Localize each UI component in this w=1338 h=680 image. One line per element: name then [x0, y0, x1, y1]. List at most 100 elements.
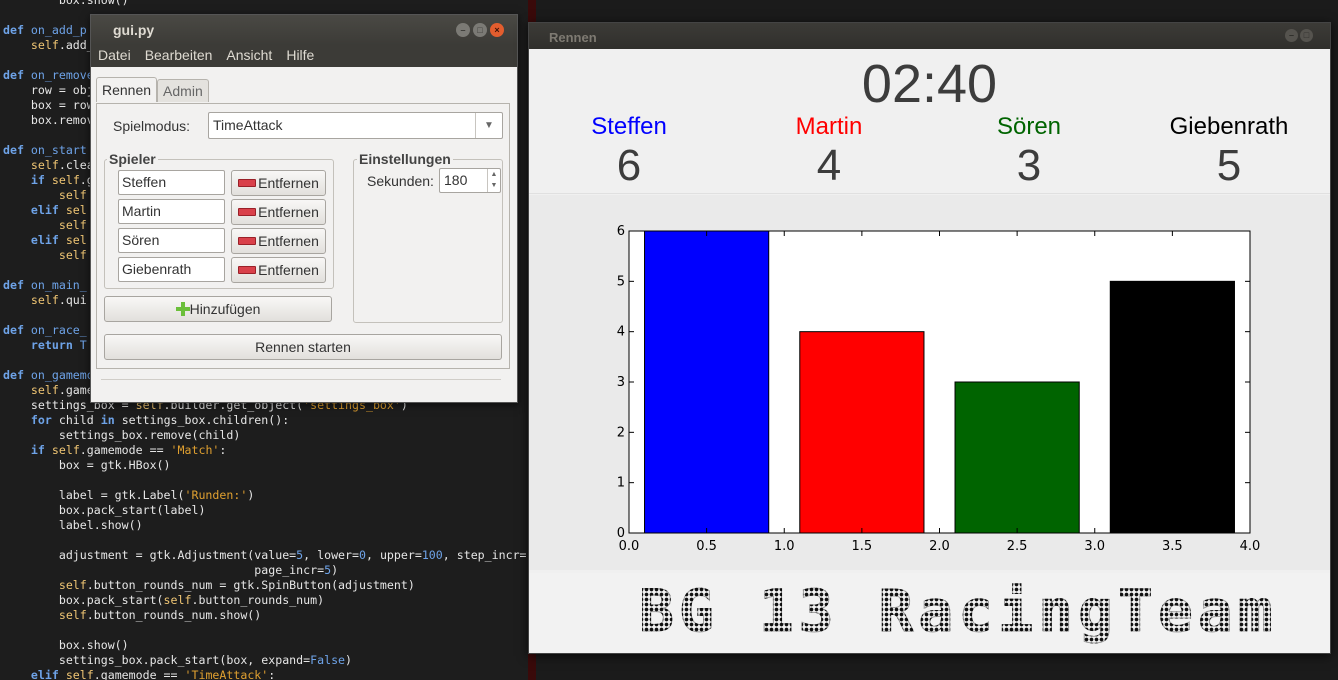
- menu-bar: Datei Bearbeiten Ansicht Hilfe: [91, 45, 517, 67]
- code-token: :: [219, 443, 227, 457]
- race-window: Rennen – □ 02:40 Steffen 6 Martin 4 Söre…: [528, 22, 1331, 654]
- plus-icon: [175, 301, 190, 316]
- settings-title: Einstellungen: [357, 151, 453, 167]
- minimize-icon[interactable]: –: [1285, 29, 1298, 42]
- code-token: ): [331, 563, 339, 577]
- mode-combobox[interactable]: TimeAttack ▼: [208, 112, 503, 139]
- code-line: elif self.gamemode == 'TimeAttack':: [3, 668, 527, 680]
- add-label: Hinzufügen: [189, 301, 261, 317]
- code-token: self: [30, 158, 59, 172]
- code-token: self: [58, 218, 87, 232]
- maximize-icon[interactable]: □: [473, 23, 487, 37]
- remove-player-button[interactable]: Entfernen: [231, 228, 326, 254]
- tab-bar: Rennen Admin: [96, 77, 209, 102]
- race-titlebar[interactable]: Rennen – □: [529, 23, 1330, 49]
- maximize-icon[interactable]: □: [1300, 29, 1313, 42]
- start-race-button[interactable]: Rennen starten: [104, 334, 502, 360]
- start-race-label: Rennen starten: [255, 339, 351, 355]
- divider: [529, 193, 1330, 194]
- code-token: .qui: [58, 293, 87, 307]
- code-token: page_incr=: [3, 563, 325, 577]
- code-line: box.pack_start(label): [3, 503, 527, 518]
- code-token: def: [3, 278, 31, 292]
- add-player-button[interactable]: Hinzufügen: [104, 296, 332, 322]
- close-icon[interactable]: ×: [490, 23, 504, 37]
- code-line: label = gtk.Label('Runden:'): [3, 488, 527, 503]
- code-token: return: [30, 338, 80, 352]
- code-token: self: [58, 608, 87, 622]
- code-token: ): [345, 653, 353, 667]
- race-window-title: Rennen: [549, 30, 597, 45]
- code-token: label.show(): [3, 518, 143, 532]
- code-line: self.button_rounds_num.show(): [3, 608, 527, 623]
- players-title: Spieler: [107, 151, 158, 167]
- player-entry-3[interactable]: Sören: [118, 228, 225, 253]
- remove-icon: [238, 237, 257, 246]
- player-score-card: Sören 3: [929, 113, 1129, 191]
- code-token: def: [3, 143, 31, 157]
- remove-player-button[interactable]: Entfernen: [231, 170, 326, 196]
- player-score-card: Martin 4: [729, 113, 929, 191]
- player-entry-4[interactable]: Giebenrath: [118, 257, 225, 282]
- chevron-down-icon[interactable]: ▼: [475, 113, 502, 138]
- seconds-label: Sekunden:: [367, 173, 434, 189]
- code-token: .clea: [58, 158, 94, 172]
- x-tick-label: 0.5: [696, 539, 717, 554]
- player-entry-text: Giebenrath: [122, 261, 192, 277]
- code-line: self.button_rounds_num = gtk.SpinButton(…: [3, 578, 527, 593]
- player-score: 5: [1216, 141, 1242, 190]
- code-token: 100: [421, 548, 443, 562]
- player-entry-2[interactable]: Martin: [118, 199, 225, 224]
- code-line: box = gtk.HBox(): [3, 458, 527, 473]
- code-line: settings_box.pack_start(box, expand=Fals…: [3, 653, 527, 668]
- x-tick-label: 3.5: [1162, 539, 1183, 554]
- code-token: box = row: [3, 98, 94, 112]
- code-token: .gamemode ==: [93, 668, 185, 680]
- code-token: self: [163, 593, 192, 607]
- x-tick-label: 1.0: [774, 539, 795, 554]
- code-token: settings_box.pack_start(box, expand=: [3, 653, 311, 667]
- player-entry-1[interactable]: Steffen: [118, 170, 225, 195]
- code-token: ): [247, 488, 255, 502]
- team-logo-text: BG 13 RacingTeam: [639, 577, 1278, 646]
- spin-arrows-icon[interactable]: ▲ ▼: [487, 169, 500, 192]
- code-token: self: [58, 248, 87, 262]
- remove-player-button[interactable]: Entfernen: [231, 257, 326, 283]
- code-token: , lower=: [303, 548, 359, 562]
- code-token: :: [268, 668, 276, 680]
- menu-ansicht[interactable]: Ansicht: [219, 45, 279, 67]
- menu-hilfe[interactable]: Hilfe: [279, 45, 321, 67]
- tab-admin[interactable]: Admin: [157, 79, 209, 102]
- x-tick-label: 4.0: [1240, 539, 1261, 554]
- chart-bar: [954, 381, 1080, 534]
- menu-datei[interactable]: Datei: [91, 45, 138, 67]
- gui-titlebar[interactable]: gui.py – □ ×: [91, 15, 517, 45]
- code-token: 'Runden:': [184, 488, 248, 502]
- remove-player-button[interactable]: Entfernen: [231, 199, 326, 225]
- tab-rennen[interactable]: Rennen: [96, 77, 158, 102]
- code-token: self: [58, 578, 87, 592]
- remove-icon: [238, 208, 257, 217]
- race-timer: 02:40: [861, 54, 998, 114]
- player-entry-text: Martin: [122, 203, 161, 219]
- code-token: .add_: [58, 38, 94, 52]
- code-token: self: [30, 293, 59, 307]
- seconds-spinbutton[interactable]: 180 ▲ ▼: [439, 168, 501, 193]
- code-token: if: [30, 443, 52, 457]
- code-token: T: [79, 338, 87, 352]
- code-line: for child in settings_box.children():: [3, 413, 527, 428]
- code-token: box.remov: [3, 113, 94, 127]
- code-token: self: [58, 188, 87, 202]
- menu-bearbeiten[interactable]: Bearbeiten: [138, 45, 220, 67]
- remove-label: Entfernen: [258, 262, 319, 278]
- minimize-icon[interactable]: –: [456, 23, 470, 37]
- remove-icon: [238, 266, 257, 275]
- remove-label: Entfernen: [258, 204, 319, 220]
- code-token: elif: [30, 668, 66, 680]
